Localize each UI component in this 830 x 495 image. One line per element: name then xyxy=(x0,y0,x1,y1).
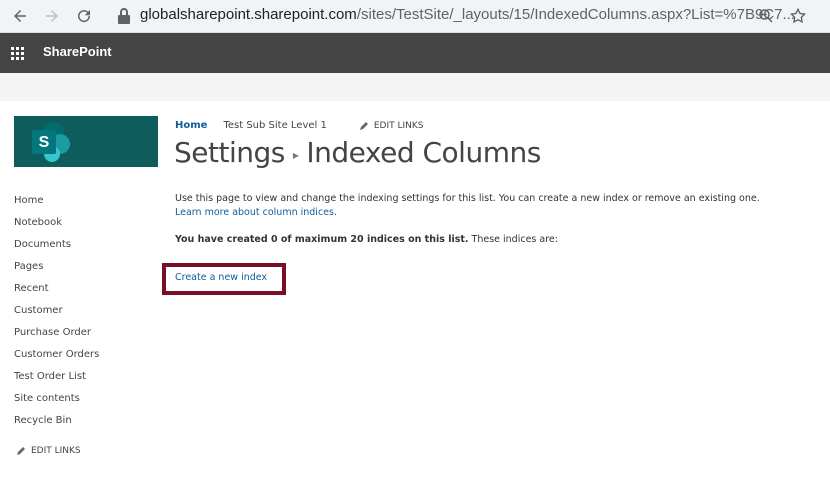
index-count-rest: These indices are: xyxy=(468,234,558,245)
page-description: Use this page to view and change the ind… xyxy=(175,192,795,220)
nav-item-test-order-list[interactable]: Test Order List xyxy=(14,369,99,391)
logo-letter: S xyxy=(39,134,50,151)
zoom-icon[interactable] xyxy=(754,4,778,28)
lock-icon[interactable] xyxy=(116,7,132,25)
app-launcher-icon[interactable] xyxy=(0,33,34,73)
site-logo[interactable]: S xyxy=(14,116,158,167)
back-arrow-icon[interactable] xyxy=(8,4,32,28)
learn-more-link[interactable]: Learn more about column indices. xyxy=(175,207,337,218)
nav-item-recent[interactable]: Recent xyxy=(14,281,99,303)
ribbon-strip xyxy=(0,73,830,101)
nav-item-home[interactable]: Home xyxy=(14,193,99,215)
nav-item-customer[interactable]: Customer xyxy=(14,303,99,325)
pencil-icon xyxy=(17,447,25,455)
address-bar[interactable]: globalsharepoint.sharepoint.com/sites/Te… xyxy=(140,6,795,23)
url-host: globalsharepoint.sharepoint.com xyxy=(140,6,357,23)
create-new-index-link[interactable]: Create a new index xyxy=(175,272,267,283)
browser-toolbar: globalsharepoint.sharepoint.com/sites/Te… xyxy=(0,0,830,33)
nav-item-purchase-order[interactable]: Purchase Order xyxy=(14,325,99,347)
index-count-bold: You have created 0 of maximum 20 indices… xyxy=(175,234,469,245)
breadcrumb: Home Test Sub Site Level 1 EDIT LINKS xyxy=(175,120,424,131)
top-nav-edit-links[interactable]: EDIT LINKS xyxy=(359,121,424,131)
nav-item-site-contents[interactable]: Site contents xyxy=(14,391,99,413)
forward-arrow-icon[interactable] xyxy=(40,4,64,28)
nav-item-notebook[interactable]: Notebook xyxy=(14,215,99,237)
edit-links-label: EDIT LINKS xyxy=(31,446,81,456)
nav-item-recycle-bin[interactable]: Recycle Bin xyxy=(14,413,99,435)
title-parent-link[interactable]: Settings xyxy=(174,136,285,169)
url-path: /sites/TestSite/_layouts/15/IndexedColum… xyxy=(356,6,795,23)
sharepoint-logo-icon: S xyxy=(32,122,70,162)
title-current: Indexed Columns xyxy=(306,136,541,169)
nav-item-pages[interactable]: Pages xyxy=(14,259,99,281)
index-count-info: You have created 0 of maximum 20 indices… xyxy=(175,234,558,245)
breadcrumb-sub-site[interactable]: Test Sub Site Level 1 xyxy=(223,120,326,131)
quick-launch-nav: Home Notebook Documents Pages Recent Cus… xyxy=(14,193,99,435)
nav-item-customer-orders[interactable]: Customer Orders xyxy=(14,347,99,369)
suite-title[interactable]: SharePoint xyxy=(43,44,112,59)
page-title: Settings ▸ Indexed Columns xyxy=(174,136,541,169)
reload-icon[interactable] xyxy=(72,4,96,28)
left-nav-edit-links[interactable]: EDIT LINKS xyxy=(16,446,81,456)
nav-item-documents[interactable]: Documents xyxy=(14,237,99,259)
breadcrumb-home[interactable]: Home xyxy=(175,120,207,131)
title-separator-icon: ▸ xyxy=(292,147,299,162)
description-text: Use this page to view and change the ind… xyxy=(175,193,760,204)
pencil-icon xyxy=(359,121,368,130)
suite-bar: SharePoint xyxy=(0,33,830,73)
bookmark-star-icon[interactable] xyxy=(786,4,810,28)
edit-links-label: EDIT LINKS xyxy=(373,120,424,131)
